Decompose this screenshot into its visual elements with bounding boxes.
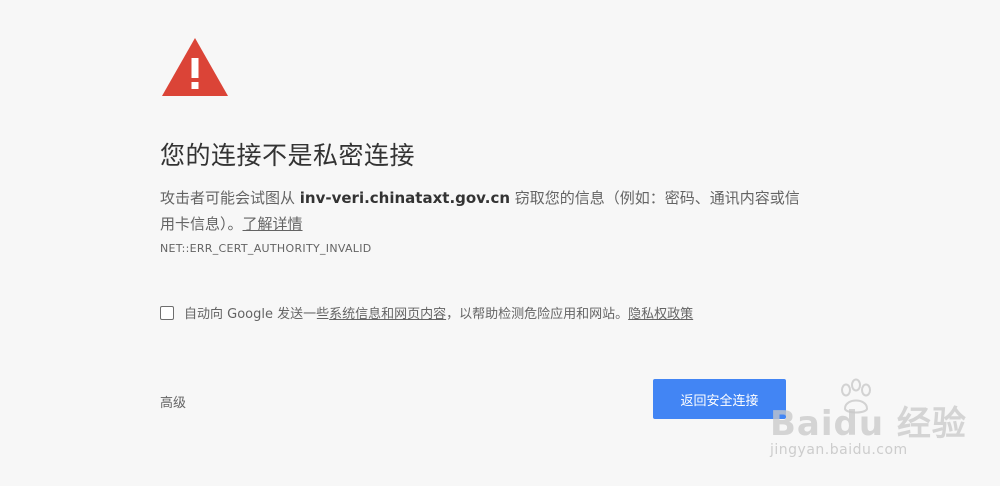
warning-triangle-icon bbox=[162, 38, 228, 96]
error-description: 攻击者可能会试图从 inv-veri.chinataxt.gov.cn 窃取您的… bbox=[160, 185, 800, 237]
report-checkbox[interactable] bbox=[160, 305, 174, 320]
description-prefix: 攻击者可能会试图从 bbox=[160, 189, 300, 207]
baidu-watermark: Baidu 经验 jingyan.baidu.com bbox=[770, 378, 970, 468]
watermark-url: jingyan.baidu.com bbox=[770, 442, 908, 458]
report-option: 自动向 Google 发送一些 系统信息和网页内容 ，以帮助检测危险应用和网站。 隐私… bbox=[160, 303, 693, 322]
paw-icon bbox=[841, 378, 871, 414]
page-title: 您的连接不是私密连接 bbox=[160, 141, 416, 170]
privacy-policy-link[interactable]: 隐私权政策 bbox=[628, 303, 693, 322]
system-info-link[interactable]: 系统信息和网页内容 bbox=[329, 303, 446, 322]
back-to-safety-button[interactable]: 返回安全连接 bbox=[653, 379, 786, 419]
error-code: NET::ERR_CERT_AUTHORITY_INVALID bbox=[160, 242, 372, 255]
learn-more-link[interactable]: 了解详情 bbox=[243, 215, 303, 233]
interstitial-page: 您的连接不是私密连接 攻击者可能会试图从 inv-veri.chinataxt.… bbox=[0, 0, 1000, 486]
report-text-prefix: 自动向 Google 发送一些 bbox=[184, 307, 330, 322]
advanced-button[interactable]: 高级 bbox=[160, 392, 186, 411]
host-name: inv-veri.chinataxt.gov.cn bbox=[299, 189, 511, 207]
watermark-logo: Baidu 经验 bbox=[770, 404, 967, 444]
report-text-middle: ，以帮助检测危险应用和网站。 bbox=[446, 307, 629, 322]
